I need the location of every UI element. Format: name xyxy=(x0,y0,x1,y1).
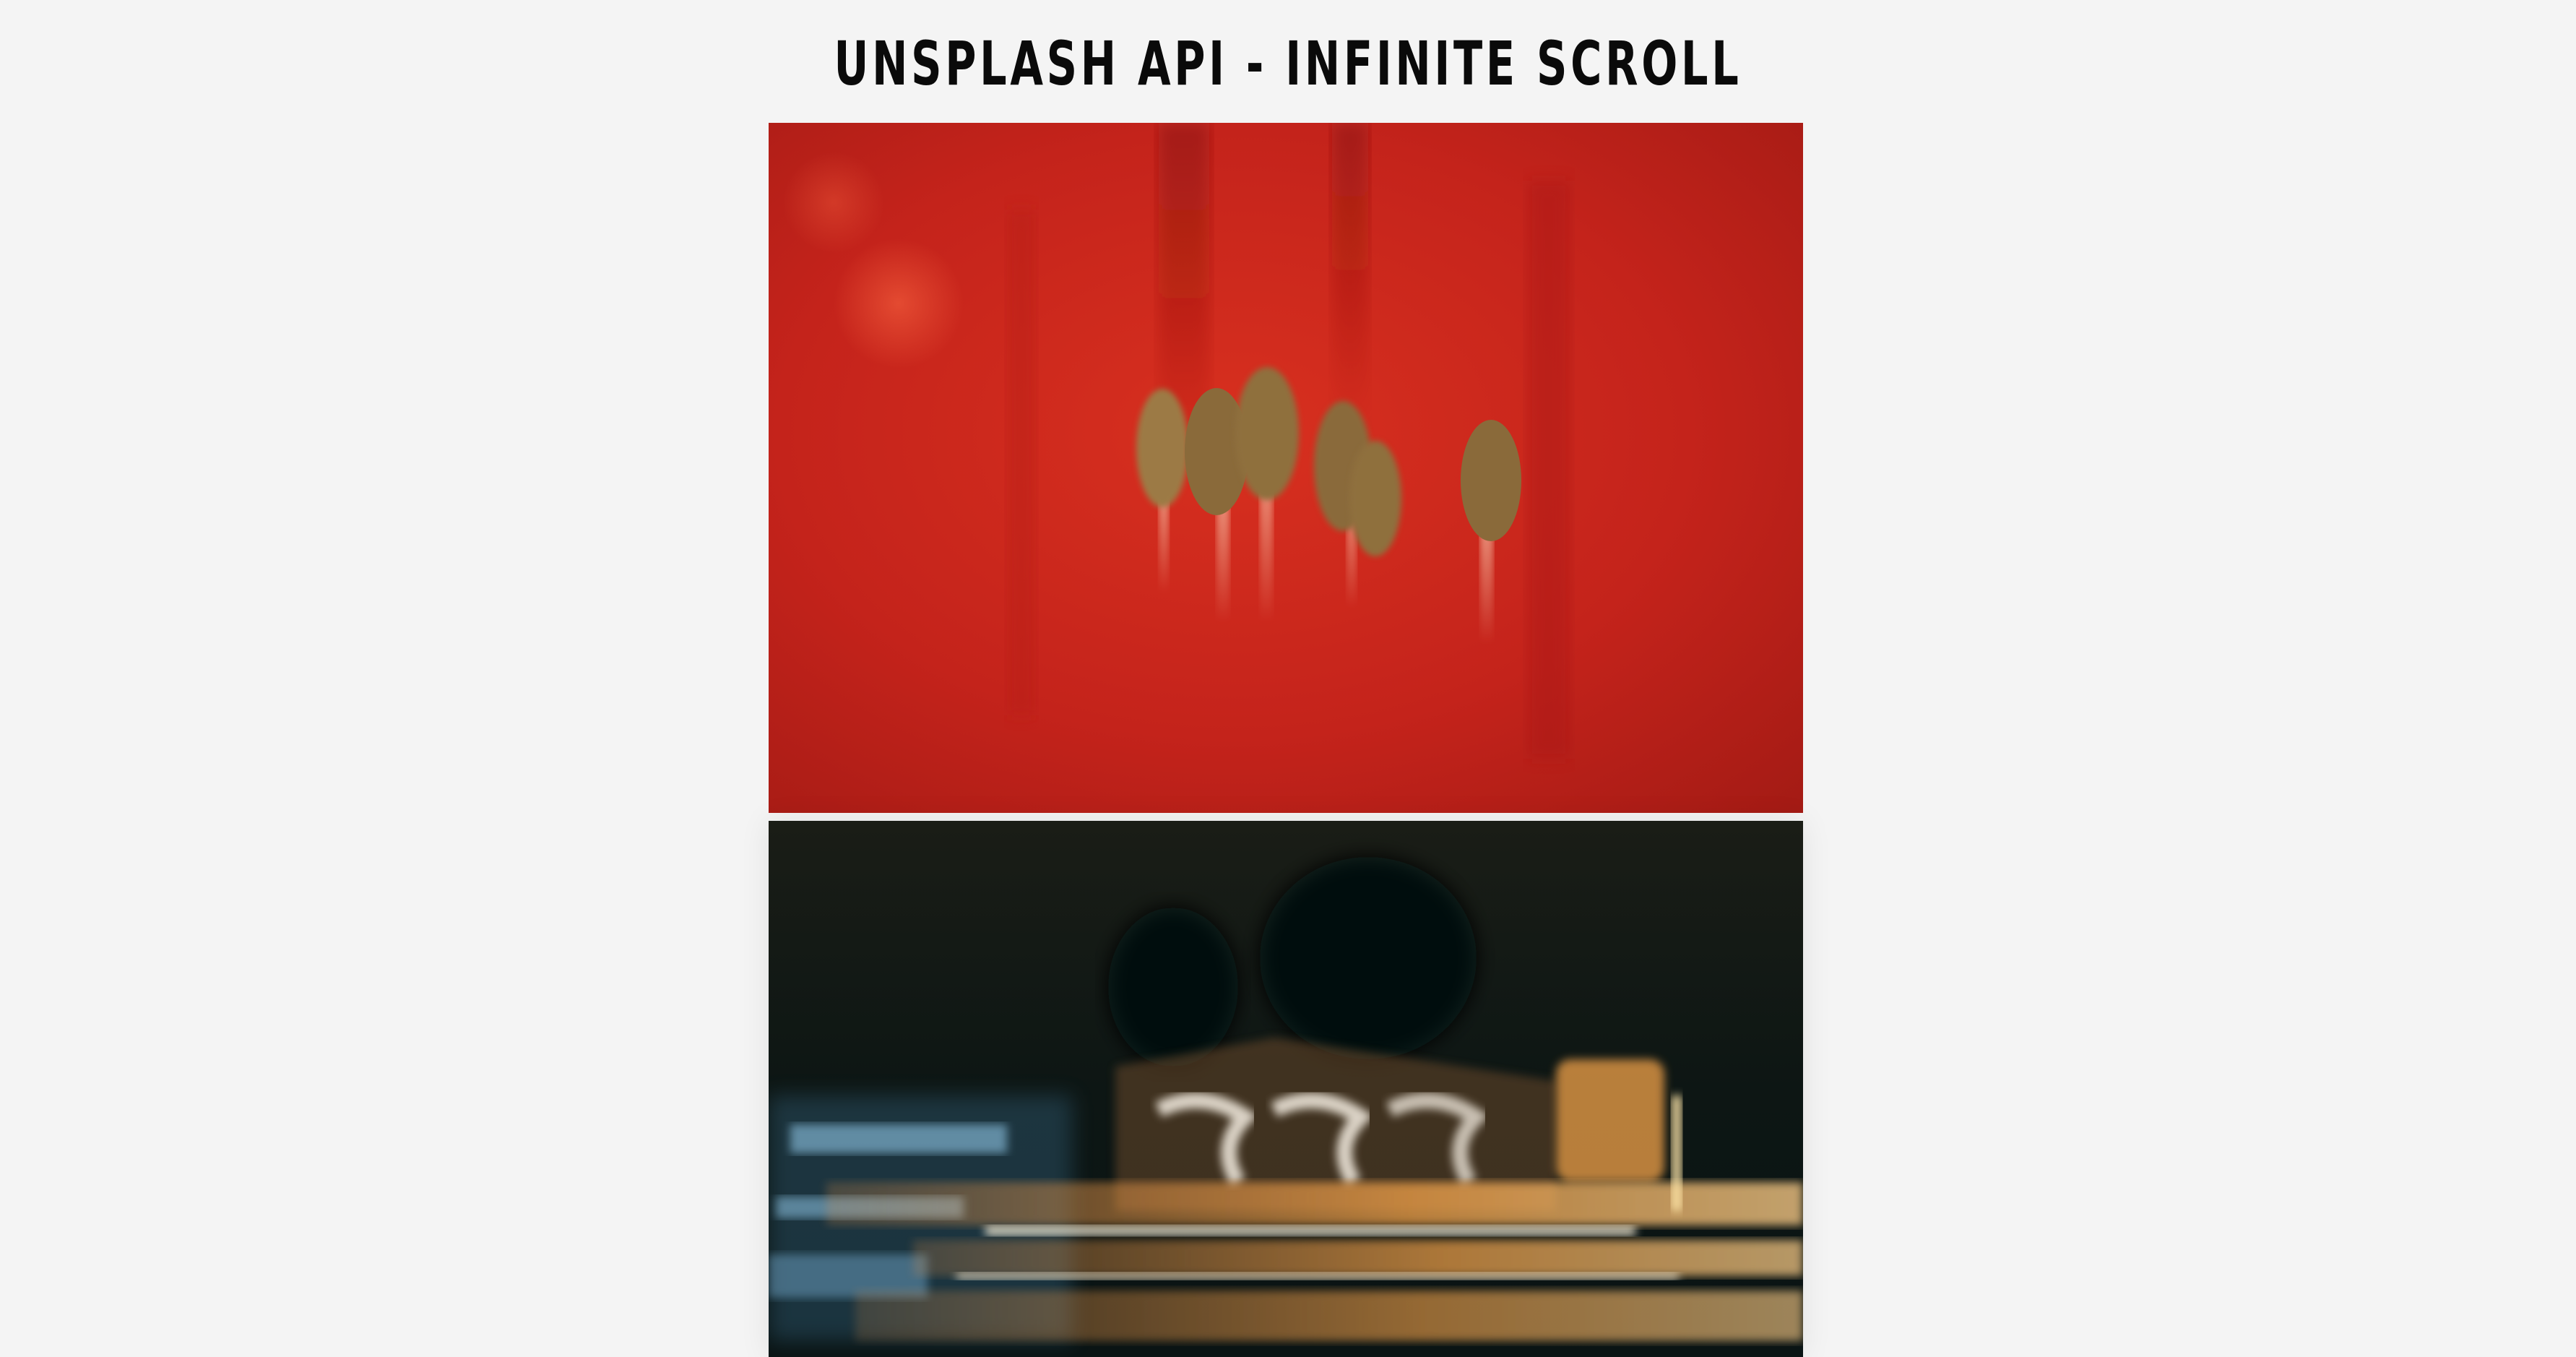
image-container[interactable] xyxy=(769,123,1803,1357)
photo-light-trails[interactable] xyxy=(769,821,1803,1357)
photo-red-flower[interactable] xyxy=(769,123,1803,813)
night-light-trails-photo xyxy=(769,821,1803,1357)
page-title: UNSPLASH API - INFINITE SCROLL xyxy=(834,28,1742,99)
page: UNSPLASH API - INFINITE SCROLL xyxy=(0,0,2576,1357)
red-flower-stamens-photo xyxy=(769,123,1803,813)
